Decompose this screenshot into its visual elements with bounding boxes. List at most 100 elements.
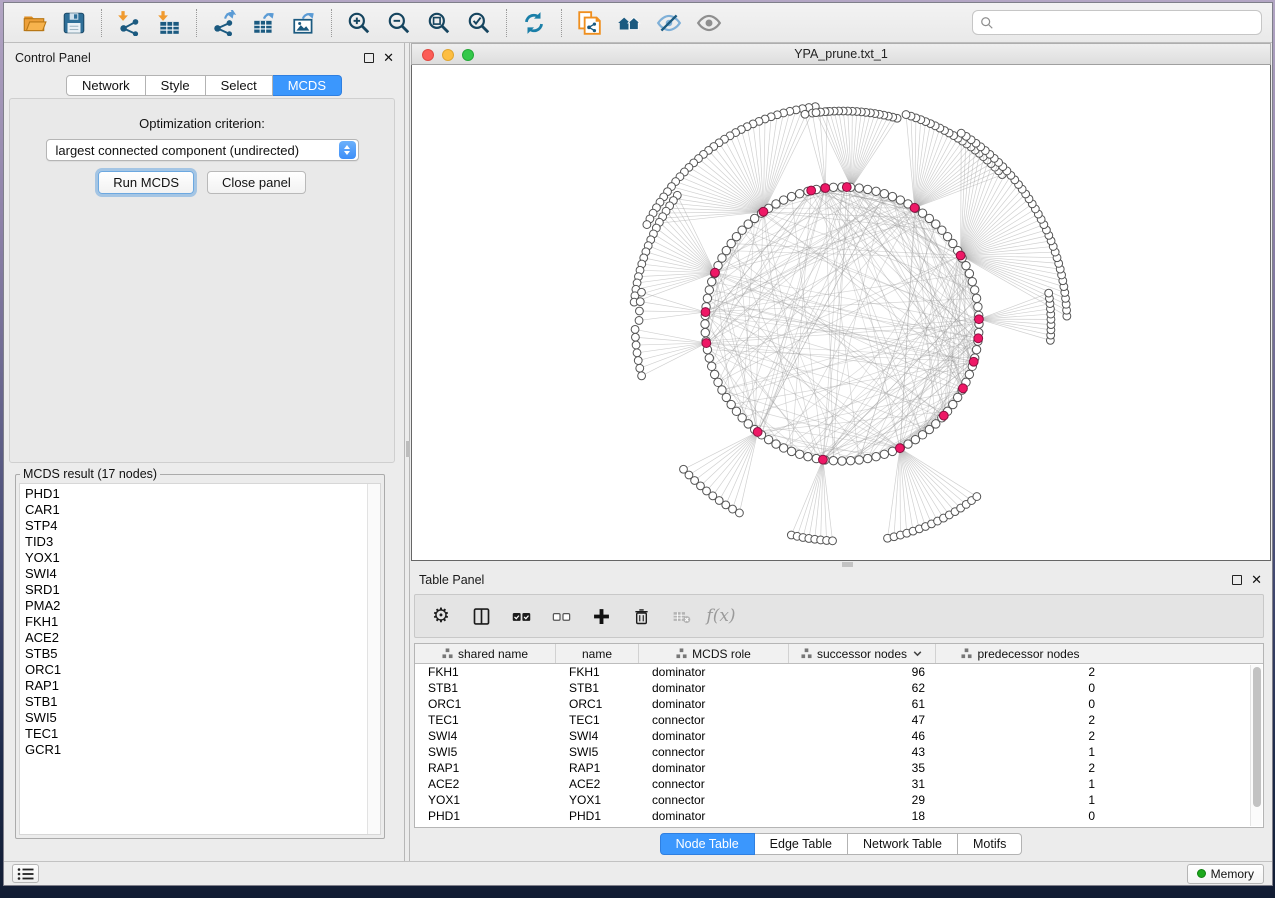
table-row[interactable]: SWI5 SWI5 connector 43 1: [415, 744, 1263, 760]
optimization-criterion-select[interactable]: largest connected component (undirected): [46, 139, 359, 161]
list-item[interactable]: PHD1: [25, 486, 364, 502]
save-session-button[interactable]: [54, 7, 94, 39]
scrollbar-thumb[interactable]: [1253, 667, 1261, 807]
zoom-out-button[interactable]: [379, 7, 419, 39]
list-item[interactable]: STB1: [25, 694, 364, 710]
list-item[interactable]: YOX1: [25, 550, 364, 566]
close-panel-button[interactable]: Close panel: [207, 171, 306, 194]
table-row[interactable]: ORC1 ORC1 dominator 61 0: [415, 696, 1263, 712]
cell-mcds-role: dominator: [639, 728, 789, 744]
import-table-button[interactable]: [149, 7, 189, 39]
splitter-grip[interactable]: [406, 441, 410, 457]
float-panel-icon[interactable]: [364, 53, 374, 63]
duplicate-network-icon: [576, 10, 602, 36]
hide-graphics-details-button[interactable]: [649, 7, 689, 39]
table-row[interactable]: SWI4 SWI4 dominator 46 2: [415, 728, 1263, 744]
zoom-selected-button[interactable]: [459, 7, 499, 39]
cell-shared-name: FKH1: [415, 664, 556, 680]
deselect-all-button[interactable]: [549, 604, 573, 628]
list-item[interactable]: RAP1: [25, 678, 364, 694]
table-row[interactable]: PHD1 PHD1 dominator 18 0: [415, 808, 1263, 824]
table-row[interactable]: STB1 STB1 dominator 62 0: [415, 680, 1263, 696]
close-panel-icon[interactable]: ✕: [1251, 575, 1262, 585]
tab-node-table[interactable]: Node Table: [660, 833, 755, 855]
cell-successor-nodes: 46: [789, 728, 936, 744]
search-box[interactable]: [972, 10, 1262, 35]
cell-successor-nodes: 47: [789, 712, 936, 728]
zoom-in-button[interactable]: [339, 7, 379, 39]
import-network-button[interactable]: [109, 7, 149, 39]
table-scrollbar[interactable]: [1250, 665, 1262, 826]
table-settings-button[interactable]: ⚙: [429, 604, 453, 628]
list-item[interactable]: SRD1: [25, 582, 364, 598]
table-row[interactable]: RAP1 RAP1 dominator 35 2: [415, 760, 1263, 776]
tab-network-table[interactable]: Network Table: [848, 833, 958, 855]
tab-edge-table[interactable]: Edge Table: [755, 833, 848, 855]
list-item[interactable]: STP4: [25, 518, 364, 534]
list-item[interactable]: SWI4: [25, 566, 364, 582]
task-history-button[interactable]: [12, 864, 39, 883]
export-network-button[interactable]: [204, 7, 244, 39]
column-header-shared-name[interactable]: shared name: [415, 644, 556, 663]
open-file-button[interactable]: [14, 7, 54, 39]
list-item[interactable]: GCR1: [25, 742, 364, 758]
table-row[interactable]: FKH1 FKH1 dominator 96 2: [415, 664, 1263, 680]
cell-shared-name: RAP1: [415, 760, 556, 776]
optimization-criterion-label: Optimization criterion:: [139, 116, 265, 131]
list-scrollbar[interactable]: [367, 484, 380, 834]
tab-motifs[interactable]: Motifs: [958, 833, 1022, 855]
column-header-predecessor-nodes[interactable]: predecessor nodes: [936, 644, 1105, 663]
cell-shared-name: ACE2: [415, 776, 556, 792]
tab-mcds[interactable]: MCDS: [273, 75, 342, 96]
houses-icon: [616, 10, 642, 36]
table-row[interactable]: ACE2 ACE2 connector 31 1: [415, 776, 1263, 792]
network-view-panel: YPA_prune.txt_1: [410, 43, 1272, 561]
cell-mcds-role: dominator: [639, 680, 789, 696]
list-item[interactable]: FKH1: [25, 614, 364, 630]
run-mcds-button[interactable]: Run MCDS: [98, 171, 194, 194]
export-image-button[interactable]: [284, 7, 324, 39]
column-header-name[interactable]: name: [556, 644, 639, 663]
list-item[interactable]: STB5: [25, 646, 364, 662]
show-graphics-details-button[interactable]: [689, 7, 729, 39]
minimize-window-button[interactable]: [442, 49, 454, 61]
search-input[interactable]: [999, 12, 1254, 33]
list-item[interactable]: SWI5: [25, 710, 364, 726]
cell-successor-nodes: 29: [789, 792, 936, 808]
tab-style[interactable]: Style: [146, 75, 206, 96]
tab-network[interactable]: Network: [66, 75, 146, 96]
list-item[interactable]: PMA2: [25, 598, 364, 614]
export-image-icon: [291, 10, 317, 36]
memory-status-icon: [1197, 869, 1206, 878]
show-columns-button[interactable]: [469, 604, 493, 628]
column-header-successor-nodes[interactable]: successor nodes: [789, 644, 936, 663]
list-item[interactable]: TID3: [25, 534, 364, 550]
export-table-button[interactable]: [244, 7, 284, 39]
list-item[interactable]: TEC1: [25, 726, 364, 742]
maximize-window-button[interactable]: [462, 49, 474, 61]
list-item[interactable]: CAR1: [25, 502, 364, 518]
tab-select[interactable]: Select: [206, 75, 273, 96]
float-panel-icon[interactable]: [1232, 575, 1242, 585]
close-panel-icon[interactable]: ✕: [383, 53, 394, 63]
zoom-fit-button[interactable]: [419, 7, 459, 39]
refresh-view-button[interactable]: [514, 7, 554, 39]
cell-mcds-role: connector: [639, 792, 789, 808]
duplicate-network-button[interactable]: [569, 7, 609, 39]
attribute-icon: [442, 648, 453, 659]
close-window-button[interactable]: [422, 49, 434, 61]
memory-button[interactable]: Memory: [1187, 864, 1264, 884]
table-row[interactable]: YOX1 YOX1 connector 29 1: [415, 792, 1263, 808]
table-row[interactable]: TEC1 TEC1 connector 47 2: [415, 712, 1263, 728]
list-item[interactable]: ACE2: [25, 630, 364, 646]
table-toolbar: ⚙: [414, 594, 1264, 638]
first-neighbors-button[interactable]: [609, 7, 649, 39]
list-item[interactable]: ORC1: [25, 662, 364, 678]
add-column-button[interactable]: [589, 604, 613, 628]
cell-successor-nodes: 96: [789, 664, 936, 680]
delete-column-button[interactable]: [629, 604, 653, 628]
network-canvas[interactable]: [411, 65, 1271, 561]
select-all-button[interactable]: [509, 604, 533, 628]
zoom-fit-icon: [426, 10, 452, 36]
column-header-mcds-role[interactable]: MCDS role: [639, 644, 789, 663]
